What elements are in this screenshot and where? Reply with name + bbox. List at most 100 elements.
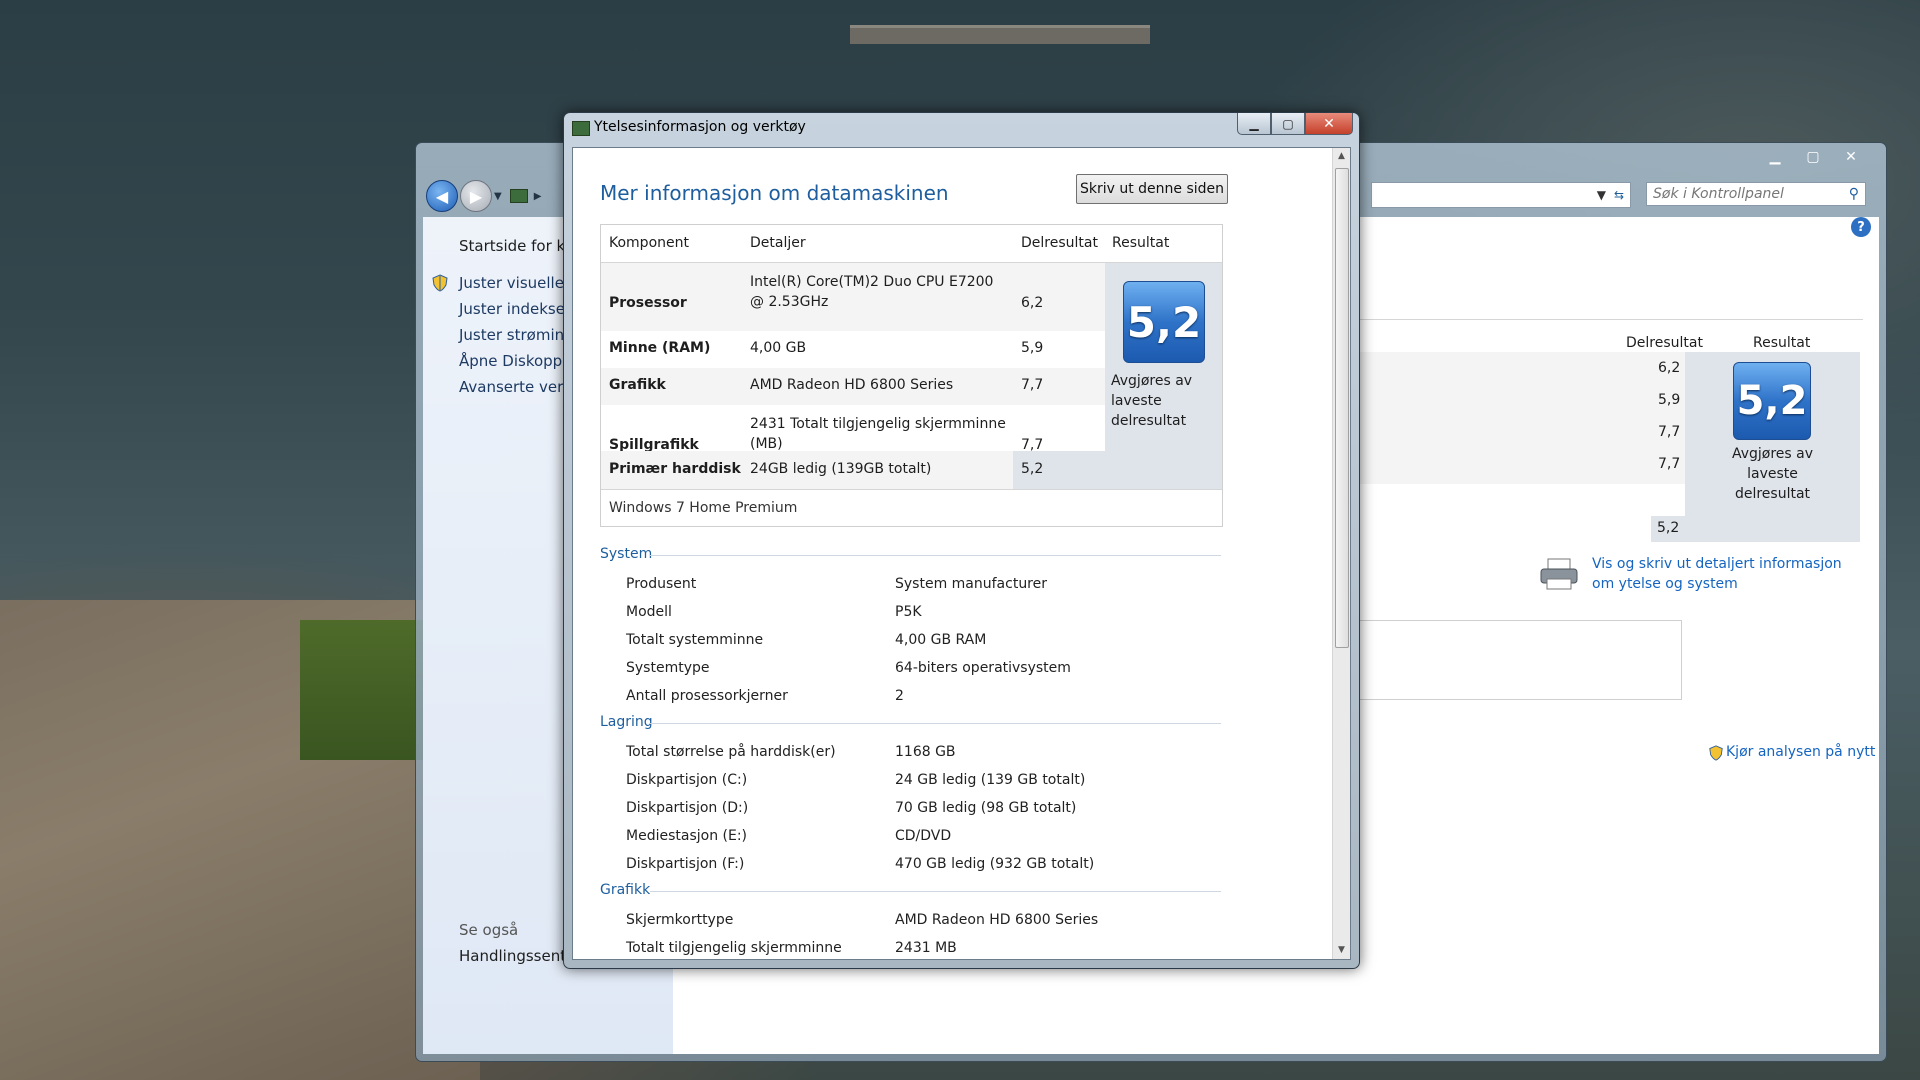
section-title: Grafikk	[600, 882, 651, 898]
component-name: Minne (RAM)	[609, 340, 711, 356]
col-result: Resultat	[1112, 235, 1170, 251]
bg-caption-buttons: ▁ ▢ ✕	[1754, 147, 1868, 167]
component-detail: 2431 Totalt tilgjengelig skjermminne (MB…	[750, 416, 1006, 452]
sidebar-item-visual-effects[interactable]: Juster visuelle e	[459, 274, 578, 292]
system-memory-value: 4,00 GB RAM	[895, 632, 987, 648]
storage-total-value: 1168 GB	[895, 744, 956, 760]
bg-score-graphics: 7,7	[1658, 424, 1681, 440]
close-icon[interactable]: ✕	[1834, 147, 1868, 167]
breadcrumb-arrow-icon[interactable]: ▶	[534, 191, 542, 202]
performance-info-dialog[interactable]: Ytelsesinformasjon og verktøy ▁ ▢ ✕ ▲ ▼ …	[563, 112, 1360, 969]
table-row: Prosessor Intel(R) Core(TM)2 Duo CPU E72…	[601, 263, 1105, 331]
section-divider	[650, 555, 1221, 556]
graphics-memory-value: 2431 MB	[895, 940, 957, 956]
partition-c-label: Diskpartisjon (C:)	[626, 772, 748, 788]
system-cores-value: 2	[895, 688, 904, 704]
component-score: 5,2	[1021, 461, 1044, 477]
wallpaper-dock	[850, 25, 1150, 44]
system-memory-label: Totalt systemminne	[626, 632, 764, 648]
search-icon[interactable]: ⚲	[1849, 186, 1859, 202]
component-score: 5,9	[1021, 340, 1044, 356]
print-page-button[interactable]: Skriv ut denne siden	[1076, 174, 1228, 204]
section-storage: Lagring	[600, 714, 1221, 730]
storage-total-label: Total størrelse på harddisk(er)	[626, 744, 836, 760]
col-component: Komponent	[609, 235, 689, 251]
print-detailed-info-link[interactable]: Vis og skriv ut detaljert informasjon om…	[1592, 554, 1862, 594]
vertical-scrollbar[interactable]: ▲ ▼	[1332, 148, 1350, 959]
app-icon	[572, 121, 590, 136]
see-also-label: Se også	[459, 921, 519, 939]
printer-icon	[1540, 558, 1578, 590]
scroll-thumb[interactable]	[1335, 168, 1349, 648]
bg-col-subscore: Delresultat	[1626, 335, 1703, 351]
bg-base-score-badge: 5,2	[1733, 362, 1811, 440]
graphics-card-value: AMD Radeon HD 6800 Series	[895, 912, 1099, 928]
sidebar-item-home[interactable]: Startside for ko	[459, 237, 574, 255]
graphics-card-label: Skjermkorttype	[626, 912, 734, 928]
system-model-value: P5K	[895, 604, 922, 620]
help-icon[interactable]: ?	[1851, 217, 1871, 237]
sidebar-item-indexing[interactable]: Juster indekseri	[459, 300, 575, 318]
component-table: Komponent Detaljer Delresultat Resultat …	[600, 224, 1223, 527]
sidebar-item-power[interactable]: Juster strøminn	[459, 326, 574, 344]
component-table-header: Komponent Detaljer Delresultat Resultat	[601, 225, 1222, 263]
bg-score-memory: 5,9	[1658, 392, 1681, 408]
system-manufacturer-value: System manufacturer	[895, 576, 1048, 592]
page-title: Mer informasjon om datamaskinen	[600, 181, 949, 205]
system-manufacturer-label: Produsent	[626, 576, 697, 592]
refresh-icon[interactable]: ⇆	[1614, 188, 1624, 202]
partition-d-label: Diskpartisjon (D:)	[626, 800, 749, 816]
history-dropdown-icon[interactable]: ▼	[494, 191, 502, 202]
partition-d-value: 70 GB ledig (98 GB totalt)	[895, 800, 1077, 816]
section-divider	[650, 723, 1221, 724]
close-button[interactable]: ✕	[1305, 113, 1353, 135]
back-button[interactable]: ◀	[426, 180, 458, 212]
uac-shield-icon	[432, 274, 448, 292]
component-detail: AMD Radeon HD 6800 Series	[750, 377, 954, 393]
minimize-icon[interactable]: ▁	[1758, 147, 1792, 167]
system-model-label: Modell	[626, 604, 672, 620]
partition-f-label: Diskpartisjon (F:)	[626, 856, 745, 872]
component-detail: 24GB ledig (139GB totalt)	[750, 461, 932, 477]
address-bar[interactable]: ▼ ⇆	[1371, 182, 1631, 208]
section-graphics: Grafikk	[600, 882, 1221, 898]
partition-c-value: 24 GB ledig (139 GB totalt)	[895, 772, 1086, 788]
scroll-up-icon[interactable]: ▲	[1333, 148, 1350, 165]
system-type-label: Systemtype	[626, 660, 710, 676]
bg-score-disk: 5,2	[1651, 516, 1685, 542]
minimize-button[interactable]: ▁	[1237, 113, 1271, 135]
col-details: Detaljer	[750, 235, 806, 251]
maximize-button[interactable]: ▢	[1271, 113, 1305, 135]
forward-button[interactable]: ▶	[460, 180, 492, 212]
scroll-down-icon[interactable]: ▼	[1333, 942, 1350, 959]
media-e-value: CD/DVD	[895, 828, 952, 844]
uac-shield-icon	[1709, 745, 1723, 761]
component-name: Primær harddisk	[609, 461, 741, 477]
bg-base-score-note: Avgjøres av laveste delresultat	[1731, 446, 1814, 502]
media-e-label: Mediestasjon (E:)	[626, 828, 748, 844]
table-row: Primær harddisk 24GB ledig (139GB totalt…	[601, 451, 1105, 489]
rerun-assessment-link[interactable]: Kjør analysen på nytt	[1726, 744, 1875, 760]
base-score-cell: 5,2 Avgjøres av laveste delresultat	[1105, 263, 1222, 489]
sidebar-item-advanced-tools[interactable]: Avanserte verkt	[459, 378, 578, 396]
os-row: Windows 7 Home Premium	[601, 489, 1222, 526]
dialog-title: Ytelsesinformasjon og verktøy	[594, 119, 806, 135]
component-detail: Intel(R) Core(TM)2 Duo CPU E7200 @ 2.53G…	[750, 274, 994, 310]
component-name: Prosessor	[609, 295, 687, 311]
maximize-icon[interactable]: ▢	[1796, 147, 1830, 167]
section-title: Lagring	[600, 714, 653, 730]
sidebar-item-disk-cleanup[interactable]: Åpne Diskoppr	[459, 352, 568, 370]
section-divider	[650, 891, 1221, 892]
base-score-badge: 5,2	[1123, 281, 1205, 363]
bg-score-processor: 6,2	[1658, 360, 1681, 376]
control-panel-icon	[509, 189, 528, 203]
section-system: System	[600, 546, 1221, 562]
component-name: Grafikk	[609, 377, 666, 393]
address-dropdown-icon[interactable]: ▼	[1597, 188, 1606, 202]
search-input[interactable]: Søk i Kontrollpanel ⚲	[1646, 182, 1866, 206]
col-subscore: Delresultat	[1021, 235, 1098, 251]
bg-col-result: Resultat	[1753, 335, 1811, 351]
component-score: 6,2	[1021, 295, 1044, 311]
component-detail: 4,00 GB	[750, 340, 807, 356]
system-cores-label: Antall prosessorkjerner	[626, 688, 788, 704]
